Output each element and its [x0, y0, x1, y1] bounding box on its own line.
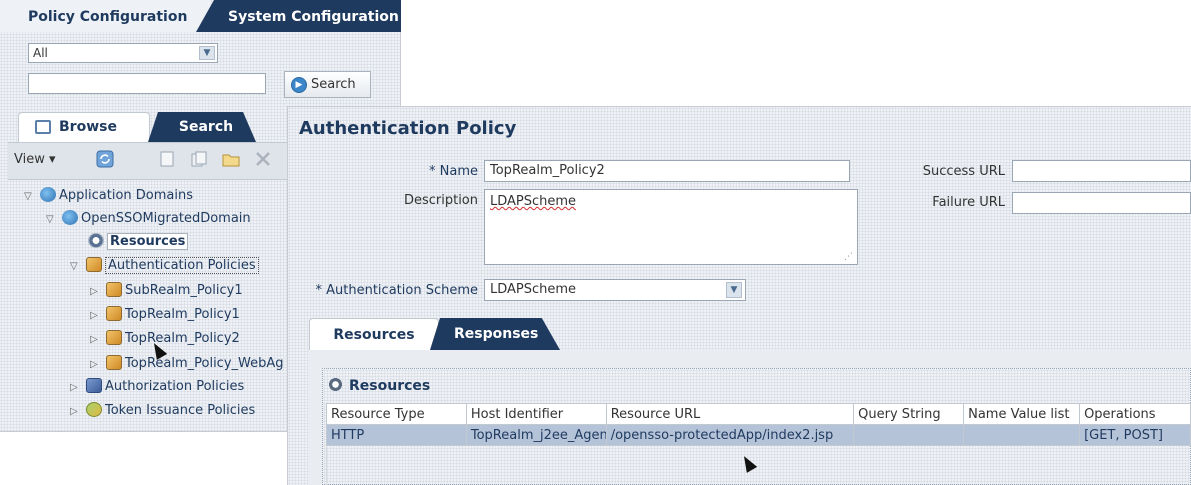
tree-item-label: TopRealm_Policy2 [125, 331, 240, 346]
policy-folder-icon [86, 257, 102, 272]
policy-icon [106, 355, 122, 370]
authorization-icon [86, 378, 102, 393]
token-icon [86, 402, 102, 417]
chevron-down-icon[interactable]: ▼ [726, 282, 742, 298]
tree-item-label: Authorization Policies [105, 379, 245, 394]
search-button-label: Search [311, 77, 356, 92]
scope-select[interactable]: All ▼ [28, 43, 218, 63]
tree-item-domain[interactable]: ▽ OpenSSOMigratedDomain [46, 209, 251, 229]
search-button[interactable]: ▶ Search [284, 71, 371, 98]
tab-policy-configuration[interactable]: Policy Configuration [0, 0, 210, 32]
column-header[interactable]: Operations [1079, 403, 1191, 425]
tree-item-token-issuance-policies[interactable]: ▷ Token Issuance Policies [70, 401, 255, 421]
chevron-right-icon[interactable]: ▷ [90, 330, 102, 350]
tree-item-label: Authentication Policies [105, 257, 259, 274]
search-input[interactable] [28, 73, 266, 94]
failure-url-field[interactable] [1012, 192, 1191, 214]
tab-browse-label: Browse [59, 119, 117, 135]
top-tabs: Policy Configuration System Configuratio… [0, 0, 401, 32]
domain-icon [40, 187, 56, 202]
name-label: * Name [429, 164, 478, 179]
new-item-icon[interactable] [158, 150, 176, 168]
column-header[interactable]: Resource Type [326, 403, 467, 425]
table-cell: TopRealm_j2ee_Agen [465, 424, 607, 446]
tree-item-resources[interactable]: Resources [88, 232, 189, 252]
domain-icon [62, 210, 78, 225]
tree-item-policy[interactable]: ▷ SubRealm_Policy1 [90, 281, 243, 301]
refresh-icon[interactable] [96, 150, 114, 168]
tree-item-application-domains[interactable]: ▽ Application Domains [24, 186, 193, 206]
policy-icon [106, 282, 122, 297]
policy-icon [106, 330, 122, 345]
tree-item-authorization-policies[interactable]: ▷ Authorization Policies [70, 377, 244, 397]
table-empty-area [326, 447, 1191, 485]
tree-item-label: SubRealm_Policy1 [125, 283, 243, 298]
tree-item-label: TopRealm_Policy_WebAg [125, 356, 284, 371]
tab-browse[interactable]: Browse [18, 112, 150, 142]
chevron-down-icon[interactable]: ▽ [24, 187, 36, 207]
gear-icon [328, 377, 343, 392]
table-cell: [GET, POST] [1079, 424, 1191, 446]
resources-heading: Resources [328, 377, 430, 394]
chevron-down-icon[interactable]: ▽ [46, 210, 58, 230]
chevron-right-icon[interactable]: ▷ [90, 282, 102, 302]
play-icon: ▶ [291, 77, 307, 93]
chevron-right-icon[interactable]: ▷ [90, 355, 102, 375]
success-url-field[interactable] [1012, 160, 1191, 182]
tab-resources[interactable]: Resources [309, 318, 439, 350]
tree-item-label: Application Domains [59, 188, 193, 203]
tree-item-authentication-policies[interactable]: ▽ Authentication Policies [70, 256, 259, 276]
chevron-right-icon[interactable]: ▷ [70, 402, 82, 422]
column-header[interactable]: Resource URL [605, 403, 855, 425]
authentication-scheme-select[interactable]: LDAPScheme ▼ [484, 279, 746, 301]
scope-select-value: All [33, 46, 48, 60]
tree-item-label: TopRealm_Policy1 [125, 307, 240, 322]
table-row[interactable]: HTTP TopRealm_j2ee_Agen /opensso-protect… [326, 424, 1191, 446]
tree-item-policy[interactable]: ▷ TopRealm_Policy1 [90, 305, 240, 325]
table-cell [853, 424, 965, 446]
name-field[interactable]: TopRealm_Policy2 [484, 160, 850, 182]
tree-item-label: OpenSSOMigratedDomain [81, 211, 251, 226]
table-cell: /opensso-protectedApp/index2.jsp [605, 424, 855, 446]
chevron-down-icon[interactable]: ▼ [199, 46, 215, 60]
chevron-right-icon[interactable]: ▷ [90, 306, 102, 326]
gear-icon [88, 233, 104, 248]
success-url-label: Success URL [922, 164, 1005, 179]
resources-heading-label: Resources [349, 378, 431, 394]
tree-item-label: Resources [107, 233, 189, 250]
tree-item-policy[interactable]: ▷ TopRealm_Policy_WebAg [90, 354, 284, 374]
chevron-down-icon[interactable]: ▽ [70, 257, 82, 277]
chevron-right-icon[interactable]: ▷ [70, 378, 82, 398]
failure-url-label: Failure URL [932, 195, 1005, 210]
delete-icon[interactable] [254, 150, 272, 168]
folder-icon[interactable] [222, 150, 240, 168]
description-label: Description [403, 193, 478, 208]
tree-icon [35, 120, 51, 134]
description-field[interactable]: LDAPScheme ⋰ [484, 189, 858, 265]
description-value: LDAPScheme [490, 194, 577, 209]
authentication-scheme-label: * Authentication Scheme [315, 283, 479, 298]
table-header-row: Resource Type Host Identifier Resource U… [326, 403, 1191, 425]
tab-search[interactable]: Search [148, 112, 256, 142]
tree-item-label: Token Issuance Policies [105, 403, 256, 418]
column-header[interactable]: Host Identifier [465, 403, 607, 425]
tree-item-policy[interactable]: ▷ TopRealm_Policy2 [90, 329, 240, 349]
policy-icon [106, 306, 122, 321]
page-title: Authentication Policy [299, 118, 517, 139]
duplicate-icon[interactable] [190, 150, 208, 168]
tab-responses[interactable]: Responses [430, 318, 560, 350]
table-cell [963, 424, 1081, 446]
column-header[interactable]: Query String [853, 403, 965, 425]
resources-table: Resource Type Host Identifier Resource U… [326, 403, 1191, 446]
view-menu[interactable]: View ▾ [14, 152, 56, 167]
resize-grip-icon[interactable]: ⋰ [844, 252, 853, 262]
tab-system-configuration[interactable]: System Configuration [196, 0, 401, 32]
authentication-scheme-value: LDAPScheme [490, 282, 577, 297]
table-cell: HTTP [326, 424, 467, 446]
column-header[interactable]: Name Value list [963, 403, 1081, 425]
